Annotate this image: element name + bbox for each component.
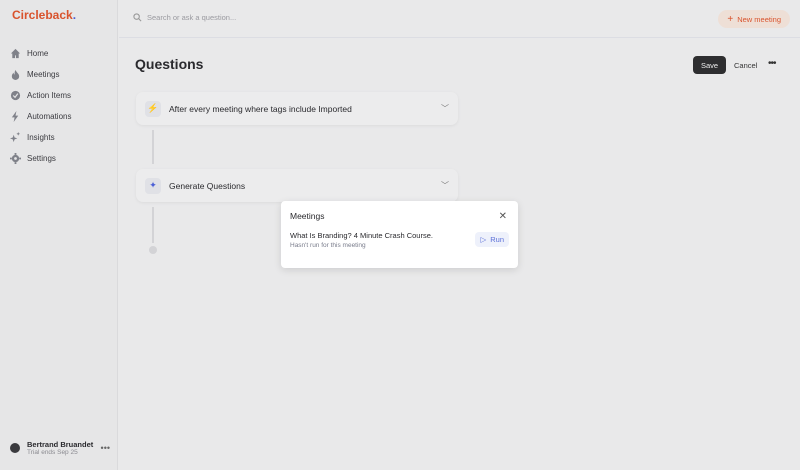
search-icon	[133, 13, 142, 22]
sparkles-icon: ✦	[145, 177, 161, 194]
logo-text: Circleback	[12, 8, 73, 22]
page-title: Questions	[135, 56, 204, 72]
sidebar-item-label: Meetings	[27, 70, 60, 79]
sidebar-item-home[interactable]: Home	[10, 43, 71, 64]
check-circle-icon	[10, 90, 21, 101]
run-label: Run	[490, 235, 504, 244]
connector-line	[152, 130, 154, 164]
more-options-button[interactable]: •••	[768, 58, 776, 69]
connector-line	[152, 207, 154, 243]
topbar: Search or ask a question... + New meeting	[119, 0, 800, 38]
sidebar-item-label: Insights	[27, 133, 55, 142]
home-icon	[10, 48, 21, 59]
sidebar-item-automations[interactable]: Automations	[10, 106, 71, 127]
meeting-name: What Is Branding? 4 Minute Crash Course.	[290, 231, 433, 240]
chevron-down-icon[interactable]: ﹀	[441, 103, 449, 114]
bolt-icon: ⚡	[145, 100, 161, 117]
search-input[interactable]: Search or ask a question...	[133, 13, 236, 22]
sidebar-item-settings[interactable]: Settings	[10, 148, 71, 169]
bolt-icon	[11, 111, 19, 122]
chevron-down-icon[interactable]: ﹀	[441, 180, 449, 191]
sidebar-nav: Home Meetings Action Items Automations I…	[10, 43, 71, 169]
save-button[interactable]: Save	[693, 56, 726, 74]
sidebar-item-action-items[interactable]: Action Items	[10, 85, 71, 106]
play-icon: ▷	[480, 235, 487, 244]
sidebar: Circleback. Home Meetings Action Items A…	[0, 0, 118, 470]
flame-icon	[11, 69, 20, 80]
avatar	[10, 443, 20, 453]
new-meeting-label: New meeting	[737, 14, 781, 24]
search-placeholder: Search or ask a question...	[147, 13, 237, 22]
connector-end	[149, 246, 157, 254]
dialog-title: Meetings	[290, 211, 325, 221]
sidebar-item-meetings[interactable]: Meetings	[10, 64, 71, 85]
user-more-button[interactable]: •••	[101, 443, 110, 453]
trial-status: Trial ends Sep 25	[27, 449, 78, 456]
sparkles-icon	[10, 132, 21, 143]
sidebar-item-label: Home	[27, 49, 49, 58]
sidebar-item-label: Settings	[27, 154, 56, 163]
logo[interactable]: Circleback.	[12, 8, 76, 22]
close-icon[interactable]: ✕	[499, 211, 507, 222]
step-label: After every meeting where tags include I…	[169, 103, 352, 114]
cancel-button[interactable]: Cancel	[734, 61, 757, 70]
gear-icon	[10, 153, 21, 164]
sidebar-item-label: Automations	[27, 112, 72, 121]
step-label: Generate Questions	[169, 180, 246, 191]
new-meeting-button[interactable]: + New meeting	[718, 10, 790, 28]
trigger-step-card[interactable]: ⚡ After every meeting where tags include…	[136, 92, 458, 125]
generate-questions-step-card[interactable]: ✦ Generate Questions ﹀	[136, 169, 458, 202]
sidebar-item-insights[interactable]: Insights	[10, 127, 71, 148]
sidebar-item-label: Action Items	[27, 91, 72, 100]
user-profile[interactable]: Bertrand Bruandet Trial ends Sep 25 •••	[10, 440, 110, 456]
plus-icon: +	[727, 13, 734, 25]
meetings-dialog: Meetings ✕ What Is Branding? 4 Minute Cr…	[281, 201, 518, 268]
run-button[interactable]: ▷ Run	[475, 232, 509, 247]
logo-dot: .	[72, 8, 77, 22]
meeting-status: Hasn't run for this meeting	[290, 242, 366, 249]
user-name: Bertrand Bruandet	[27, 440, 94, 449]
